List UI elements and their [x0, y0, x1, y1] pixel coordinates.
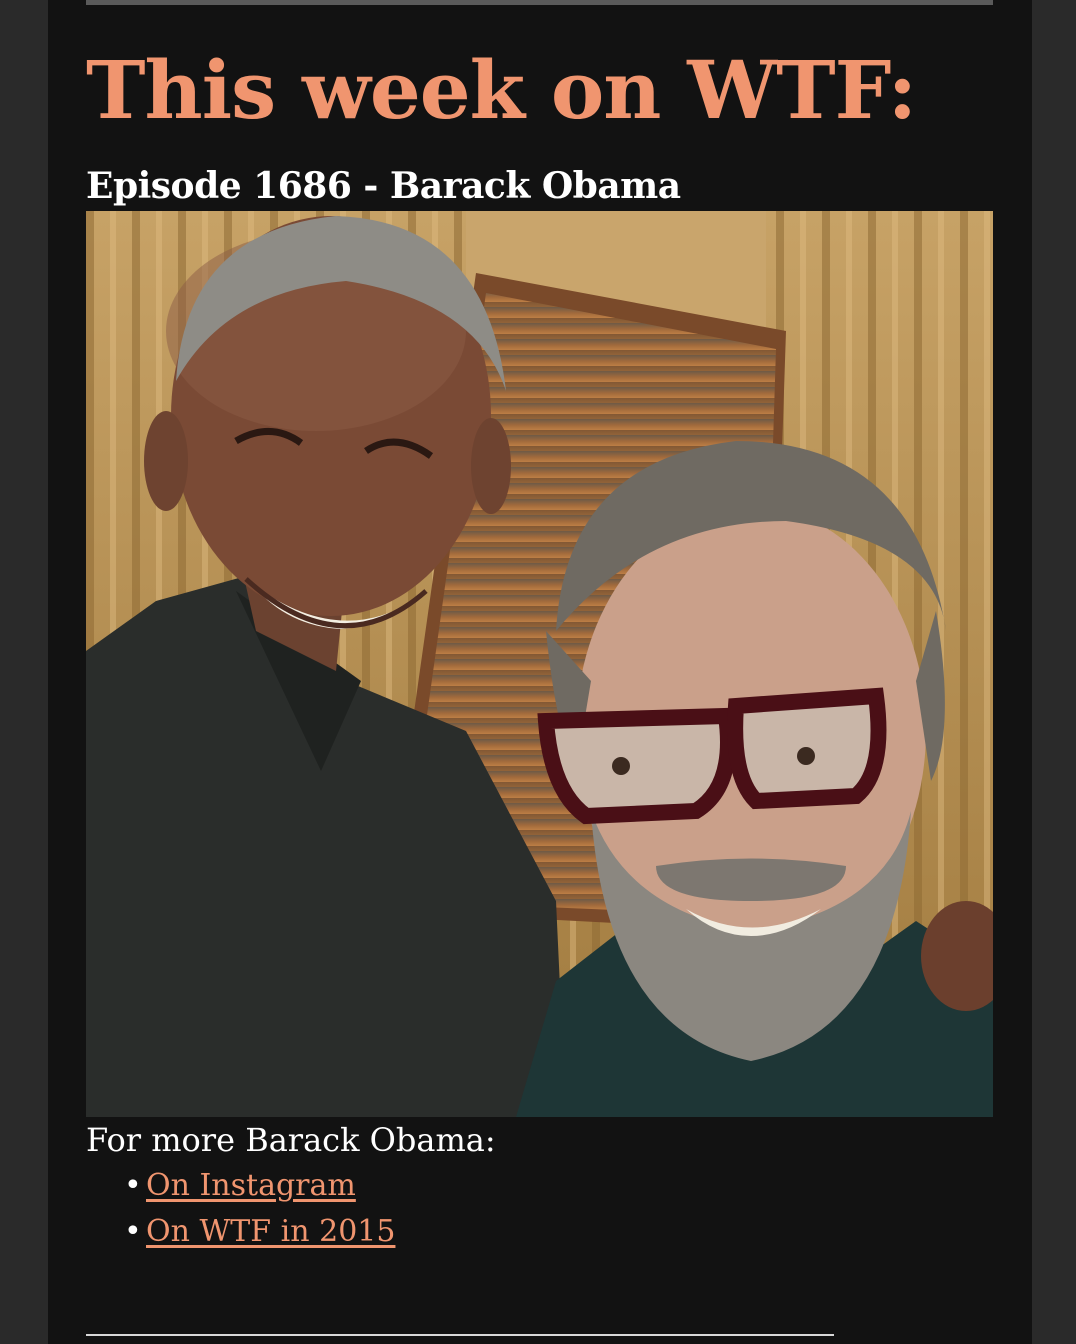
more-label: For more Barack Obama:	[86, 1121, 496, 1159]
email-page: This week on WTF: Episode 1686 - Barack …	[0, 0, 1076, 1344]
headline: This week on WTF:	[86, 43, 917, 137]
more-links-list: • On Instagram • On WTF in 2015	[124, 1166, 395, 1258]
list-item: • On Instagram	[124, 1166, 395, 1212]
bottom-divider	[86, 1334, 834, 1336]
bullet: •	[124, 1168, 142, 1203]
top-divider	[86, 0, 993, 5]
list-item: • On WTF in 2015	[124, 1212, 395, 1258]
wtf-2015-link[interactable]: On WTF in 2015	[146, 1214, 395, 1249]
episode-photo[interactable]	[86, 211, 993, 1117]
bullet: •	[124, 1214, 142, 1249]
instagram-link[interactable]: On Instagram	[146, 1168, 356, 1203]
episode-title: Episode 1686 - Barack Obama	[86, 165, 681, 207]
